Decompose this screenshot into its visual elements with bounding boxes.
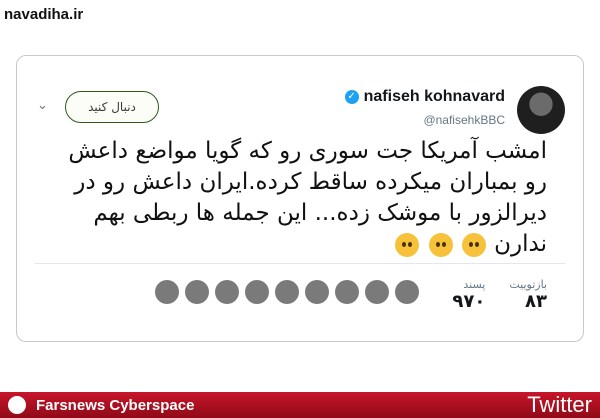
liker-avatar[interactable] — [395, 280, 419, 304]
chevron-down-icon[interactable]: ⌄ — [37, 98, 48, 113]
tweet-text: امشب آمریکا جت سوری رو که گویا مواضع داع… — [67, 136, 547, 260]
neutral-face-emoji-icon — [395, 232, 420, 257]
liker-avatar[interactable] — [155, 280, 179, 304]
liker-avatar[interactable] — [245, 280, 269, 304]
verified-icon: ✓ — [344, 90, 359, 104]
follow-button[interactable]: دنبال کنید — [65, 91, 159, 123]
like-stat[interactable]: پسند ۹۷۰ — [452, 278, 485, 312]
engagement-stats: بازتوییت ۸۳ پسند ۹۷۰ — [452, 278, 547, 312]
liker-avatar[interactable] — [215, 280, 239, 304]
user-handle[interactable]: @nafisehkBBC — [423, 113, 505, 127]
footer-platform-label: Twitter — [527, 392, 592, 417]
likes-value: ۹۷۰ — [452, 291, 486, 312]
tweet-card: ⌄ دنبال کنید ✓ nafiseh kohnavard @nafise… — [16, 55, 584, 342]
thinking-face-emoji-icon — [428, 232, 453, 257]
watermark-top: navadiha.ir — [4, 6, 84, 23]
liker-avatar[interactable] — [365, 280, 389, 304]
liker-avatar[interactable] — [335, 280, 359, 304]
liker-avatar[interactable] — [185, 280, 209, 304]
liker-avatar[interactable] — [275, 280, 299, 304]
neutral-face-emoji-icon — [461, 232, 486, 257]
likes-label: پسند — [463, 278, 486, 291]
liker-avatar[interactable] — [305, 280, 329, 304]
avatar[interactable] — [517, 86, 565, 134]
farsnews-logo-icon — [8, 396, 26, 414]
footer-source-label: Farsnews Cyberspace — [36, 396, 195, 414]
footer-bar: Farsnews Cyberspace Twitter — [0, 392, 600, 418]
display-name[interactable]: nafiseh kohnavard — [364, 88, 505, 106]
retweets-label: بازتوییت — [509, 278, 547, 291]
liker-avatars — [155, 280, 419, 304]
user-name-row: ✓ nafiseh kohnavard — [344, 88, 505, 106]
retweets-value: ۸۳ — [525, 291, 547, 312]
retweet-stat[interactable]: بازتوییت ۸۳ — [509, 278, 547, 312]
divider — [35, 263, 565, 264]
